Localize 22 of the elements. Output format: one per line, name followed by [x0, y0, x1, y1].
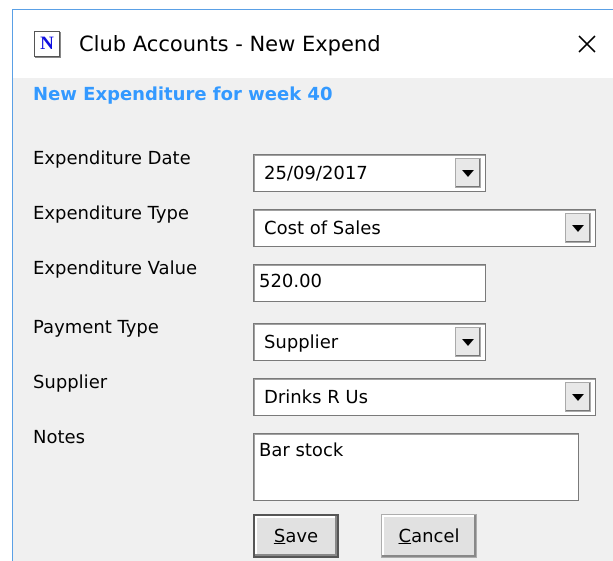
field-label: Payment Type: [33, 317, 160, 338]
field-label: Notes: [33, 427, 86, 448]
dropdown-arrow-icon: [462, 170, 474, 176]
dropdown-arrow-icon: [572, 224, 584, 232]
dropdown[interactable]: 25/09/2017: [253, 154, 486, 192]
field-label: Expenditure Type: [33, 203, 190, 224]
dropdown-arrow-icon: [462, 338, 474, 346]
form-heading: New Expenditure for week 40: [33, 84, 334, 107]
save-button[interactable]: Save: [253, 514, 339, 558]
field-label: Expenditure Value: [33, 258, 198, 279]
input-field[interactable]: 520.00: [253, 264, 486, 302]
dropdown[interactable]: Supplier: [253, 323, 486, 361]
notes-field[interactable]: Bar stock: [253, 433, 579, 501]
field-label: Expenditure Date: [33, 148, 192, 169]
close-icon[interactable]: [577, 34, 597, 54]
dropdown[interactable]: Drinks R Us: [253, 378, 596, 416]
cancel-button[interactable]: Cancel: [381, 514, 477, 558]
field-label: Supplier: [33, 372, 108, 393]
dropdown[interactable]: Cost of Sales: [253, 209, 596, 247]
window-title: Club Accounts - New Expend: [79, 32, 382, 56]
dropdown-arrow-icon: [572, 394, 584, 400]
app-icon: N: [34, 31, 60, 57]
